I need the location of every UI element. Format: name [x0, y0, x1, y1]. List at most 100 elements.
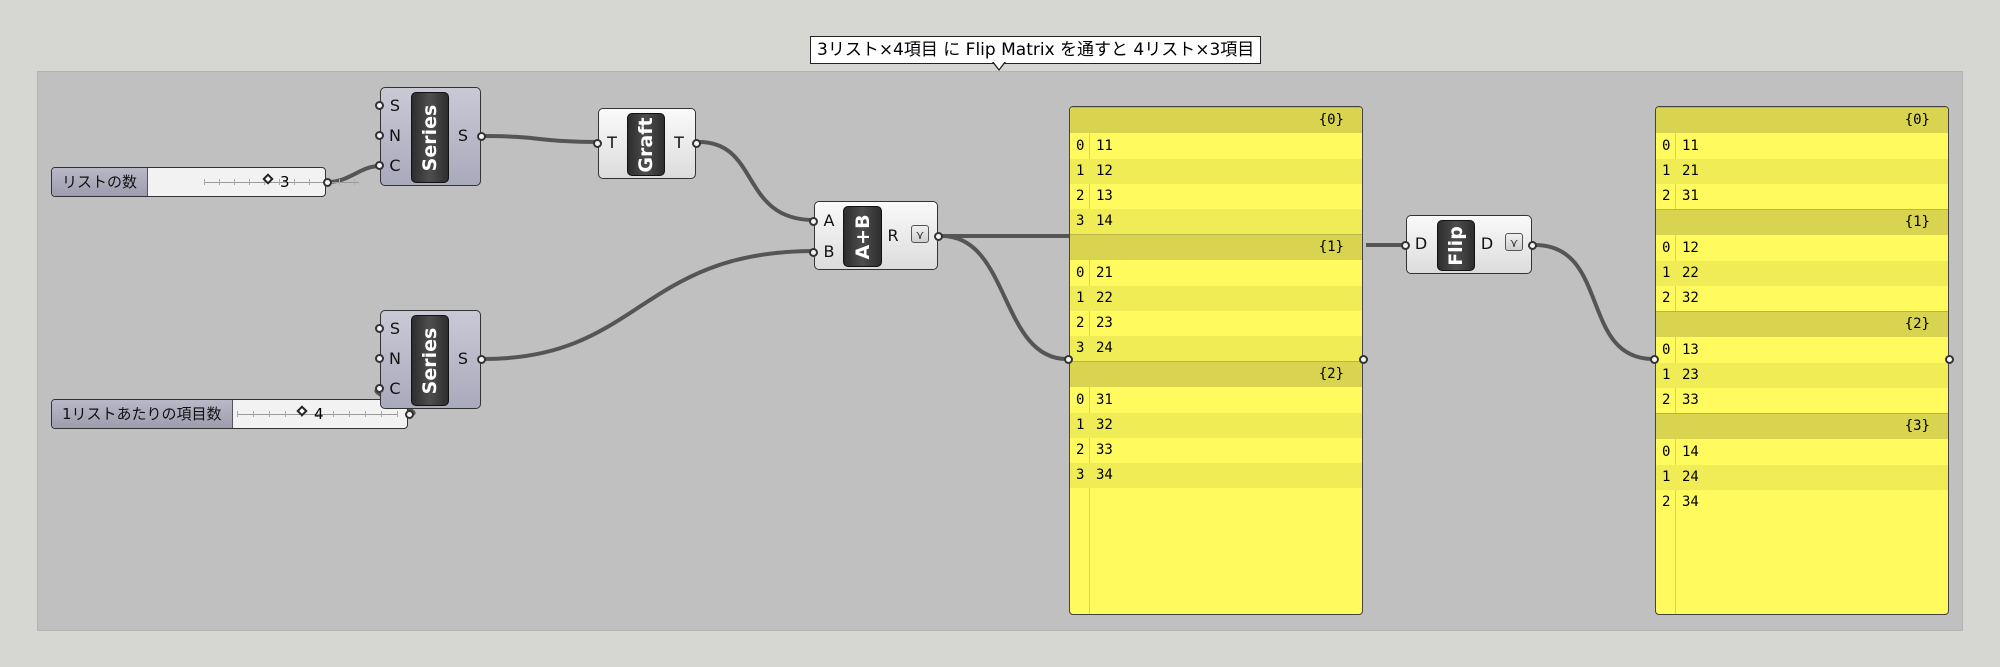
input-n[interactable]: N [387, 126, 403, 145]
input-c[interactable]: C [387, 156, 403, 175]
series-component-1[interactable]: S N C Series S [375, 87, 486, 186]
item-index: 2 [1076, 315, 1085, 331]
item-value: 31 [1096, 392, 1113, 408]
item-index: 2 [1662, 494, 1671, 510]
component-nickname[interactable]: Series [411, 92, 449, 183]
series-component-2[interactable]: S N C Series S [375, 310, 486, 409]
output-grip[interactable] [477, 132, 486, 141]
item-index: 1 [1662, 163, 1671, 179]
panel-item-row: 3 24 [1070, 336, 1362, 361]
output-t[interactable]: T [671, 133, 687, 152]
panel-before-flip[interactable]: {0} 0 11 1 12 2 13 3 14 {1} 0 21 1 22 2 23 3 24 {2} 0 31 1 32 2… [1069, 106, 1363, 615]
item-index: 2 [1662, 392, 1671, 408]
input-grip[interactable] [1401, 241, 1410, 250]
panel-item-row: 1 32 [1070, 413, 1362, 438]
panel-item-row: 2 13 [1070, 184, 1362, 209]
item-value: 22 [1096, 290, 1113, 306]
item-value: 31 [1682, 188, 1699, 204]
branch-header: {0} [1656, 107, 1948, 133]
output-grip[interactable] [1528, 241, 1537, 250]
output-grip[interactable] [934, 232, 943, 241]
branch-header: {2} [1656, 311, 1948, 337]
item-value: 22 [1682, 265, 1699, 281]
panel-item-row: 1 24 [1656, 465, 1948, 490]
input-n[interactable]: N [387, 349, 403, 368]
panel-item-row: 2 33 [1656, 388, 1948, 413]
branch-header: {1} [1070, 234, 1362, 260]
wire-flip-panel2[interactable] [1534, 243, 1654, 361]
panel-item-row: 0 11 [1070, 134, 1362, 159]
input-t[interactable]: T [604, 133, 620, 152]
item-value: 34 [1096, 467, 1113, 483]
output-r[interactable]: R [885, 226, 901, 245]
graft-flag-icon: ⋎ [911, 225, 929, 243]
wire-graft-addA[interactable] [698, 140, 815, 222]
input-grip[interactable] [375, 131, 384, 140]
panel-item-row: 0 31 [1070, 388, 1362, 413]
panel-item-row: 0 12 [1656, 236, 1948, 261]
component-nickname[interactable]: A+B [843, 206, 882, 267]
panel2-input-grip[interactable] [1650, 355, 1659, 364]
panel1-output-grip[interactable] [1359, 355, 1368, 364]
input-b[interactable]: B [821, 242, 837, 261]
slider-label: 1リストあたりの項目数 [52, 400, 233, 428]
item-value: 21 [1682, 163, 1699, 179]
branch-header: {3} [1656, 413, 1948, 439]
flip-matrix-component[interactable]: D Flip D ⋎ [1401, 215, 1537, 274]
item-value: 13 [1096, 188, 1113, 204]
output-grip[interactable] [477, 355, 486, 364]
input-grip[interactable] [375, 101, 384, 110]
component-nickname[interactable]: Graft [627, 113, 665, 176]
branch-path: {1} [1904, 214, 1930, 230]
item-value: 23 [1096, 315, 1113, 331]
output-grip[interactable] [692, 139, 701, 148]
input-d[interactable]: D [1413, 234, 1429, 253]
output-grip[interactable] [323, 178, 332, 187]
slider-label: リストの数 [52, 168, 149, 196]
output-s[interactable]: S [455, 126, 471, 145]
item-index: 1 [1076, 290, 1085, 306]
output-s[interactable]: S [455, 349, 471, 368]
panel-item-row: 2 32 [1656, 286, 1948, 311]
item-value: 13 [1682, 342, 1699, 358]
output-d[interactable]: D [1479, 234, 1495, 253]
item-value: 32 [1096, 417, 1113, 433]
input-grip[interactable] [809, 248, 818, 257]
panel1-input-grip[interactable] [1064, 355, 1073, 364]
wire-series2-addB[interactable] [483, 249, 815, 361]
item-index: 0 [1076, 138, 1085, 154]
panel-item-row: 1 22 [1656, 261, 1948, 286]
input-grip[interactable] [375, 384, 384, 393]
item-index: 3 [1076, 467, 1085, 483]
input-s[interactable]: S [387, 319, 403, 338]
slider-value: 3 [280, 173, 290, 191]
component-nickname[interactable]: Series [411, 315, 449, 406]
addition-component[interactable]: A B A+B R ⋎ [809, 201, 943, 270]
input-grip[interactable] [809, 217, 818, 226]
branch-path: {0} [1318, 112, 1344, 128]
output-grip[interactable] [405, 410, 414, 419]
graft-component[interactable]: T Graft T [593, 108, 701, 179]
number-slider-items-per-list[interactable]: 1リストあたりの項目数 4 [51, 399, 414, 429]
item-value: 12 [1682, 240, 1699, 256]
item-value: 34 [1682, 494, 1699, 510]
wire-add-panel1[interactable] [941, 234, 1068, 361]
panel2-output-grip[interactable] [1945, 355, 1954, 364]
number-slider-list-count[interactable]: リストの数 3 [51, 167, 359, 197]
input-grip[interactable] [375, 354, 384, 363]
input-grip[interactable] [375, 161, 384, 170]
input-a[interactable]: A [821, 211, 837, 230]
panel-after-flip[interactable]: {0} 0 11 1 21 2 31 {1} 0 12 1 22 2 32 {2} 0 13 1 23 2 33 {3} 0… [1655, 106, 1949, 615]
input-c[interactable]: C [387, 379, 403, 398]
wire-series1-graft[interactable] [483, 134, 599, 144]
item-value: 11 [1096, 138, 1113, 154]
item-index: 1 [1076, 163, 1085, 179]
input-s[interactable]: S [387, 96, 403, 115]
item-index: 0 [1662, 240, 1671, 256]
input-grip[interactable] [375, 324, 384, 333]
slider-value: 4 [314, 405, 324, 423]
input-grip[interactable] [593, 139, 602, 148]
panel-item-row: 3 34 [1070, 463, 1362, 488]
component-nickname[interactable]: Flip [1437, 220, 1475, 271]
panel-item-row: 2 34 [1656, 490, 1948, 515]
